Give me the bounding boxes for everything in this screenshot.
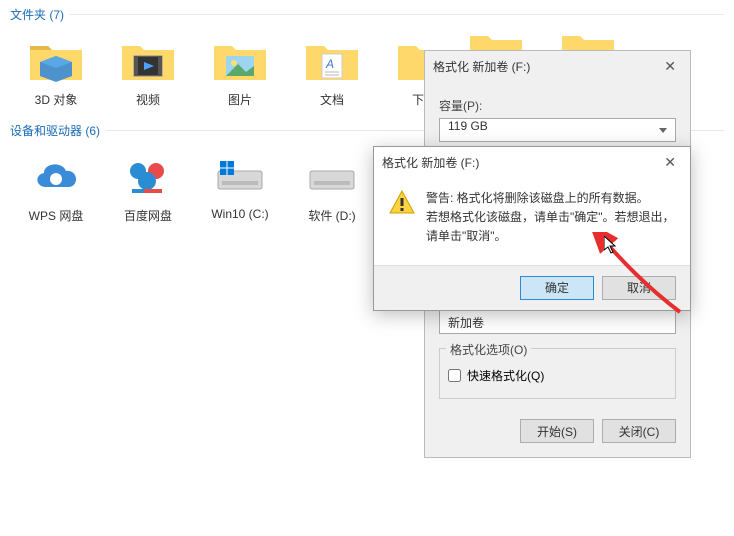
format-dialog-titlebar[interactable]: 格式化 新加卷 (F:) ✕	[425, 51, 690, 81]
format-options-group: 格式化选项(O) 快速格式化(Q)	[439, 348, 676, 399]
close-button[interactable]: 关闭(C)	[602, 419, 676, 443]
warning-message: 警告: 格式化将删除该磁盘上的所有数据。 若想格式化该磁盘，请单击"确定"。若想…	[426, 189, 676, 247]
format-options-label: 格式化选项(O)	[446, 341, 531, 358]
drive-label: WPS 网盘	[29, 207, 84, 224]
folder-item-3d[interactable]: 3D 对象	[10, 33, 102, 108]
folder-label: 图片	[228, 91, 252, 108]
folder-icon	[24, 33, 88, 87]
folder-item-documents[interactable]: A 文档	[286, 33, 378, 108]
folders-section-header[interactable]: 文件夹 (7)	[0, 0, 734, 29]
drive-label: 软件 (D:)	[308, 207, 355, 224]
warning-icon	[388, 189, 416, 217]
warning-line2: 若想格式化该磁盘，请单击"确定"。若想退出，请单击"取消"。	[426, 208, 676, 246]
folder-item-pictures[interactable]: 图片	[194, 33, 286, 108]
baidu-icon	[116, 149, 180, 203]
drive-icon	[208, 149, 272, 203]
folder-icon	[208, 33, 272, 87]
warning-dialog-titlebar[interactable]: 格式化 新加卷 (F:) ✕	[374, 147, 690, 177]
start-button[interactable]: 开始(S)	[520, 419, 594, 443]
volume-input[interactable]	[439, 310, 676, 334]
capacity-label: 容量(P):	[439, 97, 676, 114]
drive-label: Win10 (C:)	[211, 207, 268, 221]
close-icon[interactable]: ✕	[658, 58, 682, 75]
folder-label: 文档	[320, 91, 344, 108]
folder-icon	[116, 33, 180, 87]
quick-format-row[interactable]: 快速格式化(Q)	[448, 367, 667, 384]
drive-icon	[300, 149, 364, 203]
folder-icon: A	[300, 33, 364, 87]
ok-button[interactable]: 确定	[520, 276, 594, 300]
cancel-button[interactable]: 取消	[602, 276, 676, 300]
cloud-icon	[24, 149, 88, 203]
svg-text:A: A	[325, 57, 334, 71]
drives-section-title: 设备和驱动器 (6)	[10, 122, 100, 139]
folder-label: 视频	[136, 91, 160, 108]
drive-item-c[interactable]: Win10 (C:)	[194, 149, 286, 224]
quick-format-label: 快速格式化(Q)	[467, 367, 544, 384]
drive-label: 百度网盘	[124, 207, 172, 224]
warning-dialog: 格式化 新加卷 (F:) ✕ 警告: 格式化将删除该磁盘上的所有数据。 若想格式…	[373, 146, 691, 311]
format-dialog-title: 格式化 新加卷 (F:)	[433, 58, 530, 75]
capacity-dropdown[interactable]: 119 GB	[439, 118, 676, 142]
drive-item-baidu[interactable]: 百度网盘	[102, 149, 194, 224]
folder-label: 3D 对象	[35, 91, 78, 108]
drive-item-wps[interactable]: WPS 网盘	[10, 149, 102, 224]
folder-item-videos[interactable]: 视频	[102, 33, 194, 108]
divider	[70, 14, 724, 15]
quick-format-checkbox[interactable]	[448, 369, 461, 382]
close-icon[interactable]: ✕	[658, 154, 682, 171]
warning-line1: 警告: 格式化将删除该磁盘上的所有数据。	[426, 189, 676, 208]
folders-section-title: 文件夹 (7)	[10, 6, 64, 23]
capacity-value: 119 GB	[448, 119, 488, 133]
warning-dialog-title: 格式化 新加卷 (F:)	[382, 154, 479, 171]
drive-item-d[interactable]: 软件 (D:)	[286, 149, 378, 224]
